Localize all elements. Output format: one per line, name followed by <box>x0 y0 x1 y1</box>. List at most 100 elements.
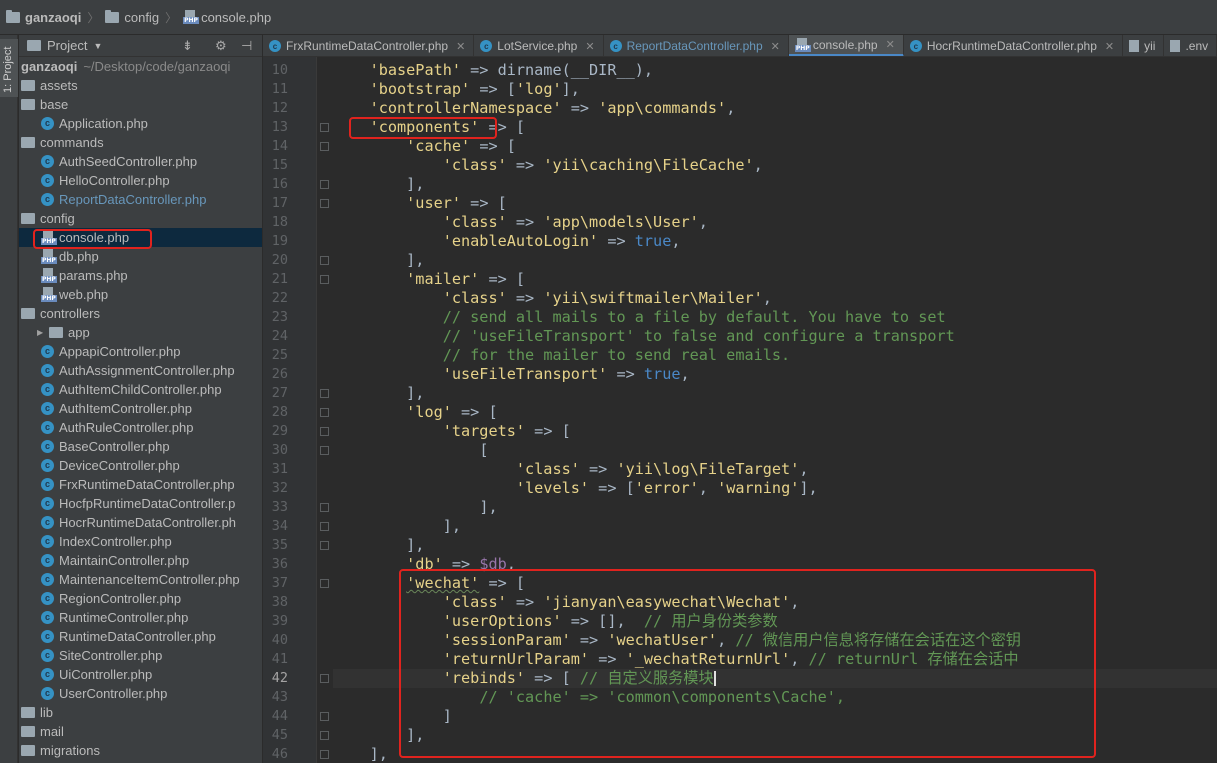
code-line[interactable]: // 'cache' => 'common\components\Cache', <box>333 688 845 707</box>
code-line[interactable]: 'wechat' => [ <box>333 574 525 593</box>
code-line[interactable]: ], <box>333 251 424 270</box>
code-line[interactable]: 'enableAutoLogin' => true, <box>333 232 681 251</box>
tree-file[interactable]: PHP console.php <box>19 228 262 247</box>
tree-folder[interactable]: lib <box>19 703 262 722</box>
project-view-selector[interactable]: Project <box>47 38 87 53</box>
tree-file[interactable]: c AppapiController.php <box>19 342 262 361</box>
tree-file[interactable]: c IndexController.php <box>19 532 262 551</box>
tree-file[interactable]: c RegionController.php <box>19 589 262 608</box>
tree-file[interactable]: PHP db.php <box>19 247 262 266</box>
tree-file[interactable]: c ReportDataController.php <box>19 190 262 209</box>
fold-marker-icon[interactable] <box>320 750 329 759</box>
fold-marker-icon[interactable] <box>320 389 329 398</box>
breadcrumb-file[interactable]: PHP console.php <box>183 10 271 25</box>
breadcrumb-project[interactable]: ganzaoqi <box>6 9 81 25</box>
code-line[interactable]: 'userOptions' => [], // 用户身份类参数 <box>333 612 778 631</box>
editor-tab[interactable]: yii <box>1123 35 1165 56</box>
code-line[interactable]: ], <box>333 384 424 403</box>
close-tab-icon[interactable]: ✕ <box>771 40 780 53</box>
tree-folder[interactable]: controllers <box>19 304 262 323</box>
tree-file[interactable]: PHP params.php <box>19 266 262 285</box>
tree-folder[interactable]: mail <box>19 722 262 741</box>
tree-folder[interactable]: ▶ app <box>19 323 262 342</box>
tree-file[interactable]: PHP web.php <box>19 285 262 304</box>
fold-marker-icon[interactable] <box>320 446 329 455</box>
code-line[interactable]: 'mailer' => [ <box>333 270 525 289</box>
tree-folder[interactable]: assets <box>19 76 262 95</box>
code-line[interactable]: ], <box>333 536 424 555</box>
code-editor[interactable]: 10 11 12 13 14 15 16 17 18 19 20 21 22 23 24 25 26 27 28 29… <box>263 57 1217 763</box>
tree-file[interactable]: c BaseController.php <box>19 437 262 456</box>
code-line[interactable]: 'user' => [ <box>333 194 507 213</box>
code-line[interactable]: 'rebinds' => [ // 自定义服务模块 <box>333 669 1217 688</box>
editor-tab[interactable]: .env <box>1164 35 1217 56</box>
fold-marker-icon[interactable] <box>320 275 329 284</box>
close-tab-icon[interactable]: ✕ <box>1105 40 1114 53</box>
editor-tab[interactable]: PHP console.php ✕ <box>788 35 904 56</box>
tree-file[interactable]: c AuthRuleController.php <box>19 418 262 437</box>
code-line[interactable]: [ <box>333 441 488 460</box>
code-line[interactable]: ], <box>333 175 424 194</box>
tree-file[interactable]: c SiteController.php <box>19 646 262 665</box>
project-tool-tab[interactable]: 1: Project <box>0 39 18 97</box>
code-line[interactable]: 'cache' => [ <box>333 137 516 156</box>
code-line[interactable]: ], <box>333 745 388 763</box>
fold-marker-icon[interactable] <box>320 503 329 512</box>
editor-tab[interactable]: c ReportDataController.php ✕ <box>604 35 789 56</box>
tree-file[interactable]: c Application.php <box>19 114 262 133</box>
gear-icon[interactable]: ⚙ <box>215 38 227 54</box>
code-line[interactable]: // send all mails to a file by default. … <box>333 308 946 327</box>
fold-marker-icon[interactable] <box>320 180 329 189</box>
editor-tab[interactable]: c LotService.php ✕ <box>474 35 604 56</box>
fold-marker-icon[interactable] <box>320 256 329 265</box>
fold-marker-icon[interactable] <box>320 674 329 683</box>
fold-marker-icon[interactable] <box>320 522 329 531</box>
tree-folder[interactable]: config <box>19 209 262 228</box>
code-line[interactable]: 'log' => [ <box>333 403 497 422</box>
code-line[interactable]: 'class' => 'yii\log\FileTarget', <box>333 460 809 479</box>
tree-file[interactable]: c FrxRuntimeDataController.php <box>19 475 262 494</box>
editor-tab[interactable]: c FrxRuntimeDataController.php ✕ <box>263 35 475 56</box>
code-line[interactable]: 'sessionParam' => 'wechatUser', // 微信用户信… <box>333 631 1021 650</box>
code-line[interactable]: 'controllerNamespace' => 'app\commands', <box>333 99 736 118</box>
tree-file[interactable]: c HocrRuntimeDataController.ph <box>19 513 262 532</box>
code-line[interactable]: // for the mailer to send real emails. <box>333 346 790 365</box>
tree-file[interactable]: c RuntimeController.php <box>19 608 262 627</box>
fold-marker-icon[interactable] <box>320 579 329 588</box>
editor-tab[interactable]: c HocrRuntimeDataController.php ✕ <box>904 35 1124 56</box>
tree-folder[interactable]: migrations <box>19 741 262 760</box>
tree-file[interactable]: c AuthAssignmentController.php <box>19 361 262 380</box>
code-line[interactable]: 'class' => 'app\models\User', <box>333 213 708 232</box>
tree-file[interactable]: c AuthItemChildController.php <box>19 380 262 399</box>
code-line[interactable]: 'returnUrlParam' => '_wechatReturnUrl', … <box>333 650 1019 669</box>
code-line[interactable]: // 'useFileTransport' to false and confi… <box>333 327 955 346</box>
chevron-right-icon[interactable]: ▶ <box>37 328 47 337</box>
tree-file[interactable]: c DeviceController.php <box>19 456 262 475</box>
code-line[interactable]: 'db' => $db, <box>333 555 516 574</box>
fold-marker-icon[interactable] <box>320 731 329 740</box>
fold-marker-icon[interactable] <box>320 427 329 436</box>
hide-panel-icon[interactable]: ⊣ <box>241 38 252 54</box>
fold-marker-icon[interactable] <box>320 408 329 417</box>
tree-file[interactable]: c AuthSeedController.php <box>19 152 262 171</box>
code-line[interactable]: 'basePath' => dirname(__DIR__), <box>333 61 653 80</box>
code-line[interactable]: 'class' => 'jianyan\easywechat\Wechat', <box>333 593 800 612</box>
tree-file[interactable]: c UserController.php <box>19 684 262 703</box>
code-line[interactable]: 'targets' => [ <box>333 422 571 441</box>
code-line[interactable]: 'useFileTransport' => true, <box>333 365 690 384</box>
tree-folder[interactable]: base <box>19 95 262 114</box>
code-line[interactable]: 'bootstrap' => ['log'], <box>333 80 580 99</box>
fold-marker-icon[interactable] <box>320 199 329 208</box>
tree-file[interactable]: c HocfpRuntimeDataController.p <box>19 494 262 513</box>
fold-marker-icon[interactable] <box>320 541 329 550</box>
close-tab-icon[interactable]: ✕ <box>585 40 594 53</box>
fold-marker-icon[interactable] <box>320 123 329 132</box>
collapse-all-icon[interactable]: ⇟ <box>182 38 193 54</box>
code-line[interactable]: ], <box>333 498 497 517</box>
tree-file[interactable]: c MaintenanceItemController.php <box>19 570 262 589</box>
tree-root[interactable]: ganzaoqi ~/Desktop/code/ganzaoqi <box>19 57 262 76</box>
chevron-down-icon[interactable]: ▼ <box>93 41 102 51</box>
close-tab-icon[interactable]: ✕ <box>456 40 465 53</box>
breadcrumb-folder[interactable]: config <box>105 9 159 25</box>
code-line[interactable]: 'levels' => ['error', 'warning'], <box>333 479 818 498</box>
